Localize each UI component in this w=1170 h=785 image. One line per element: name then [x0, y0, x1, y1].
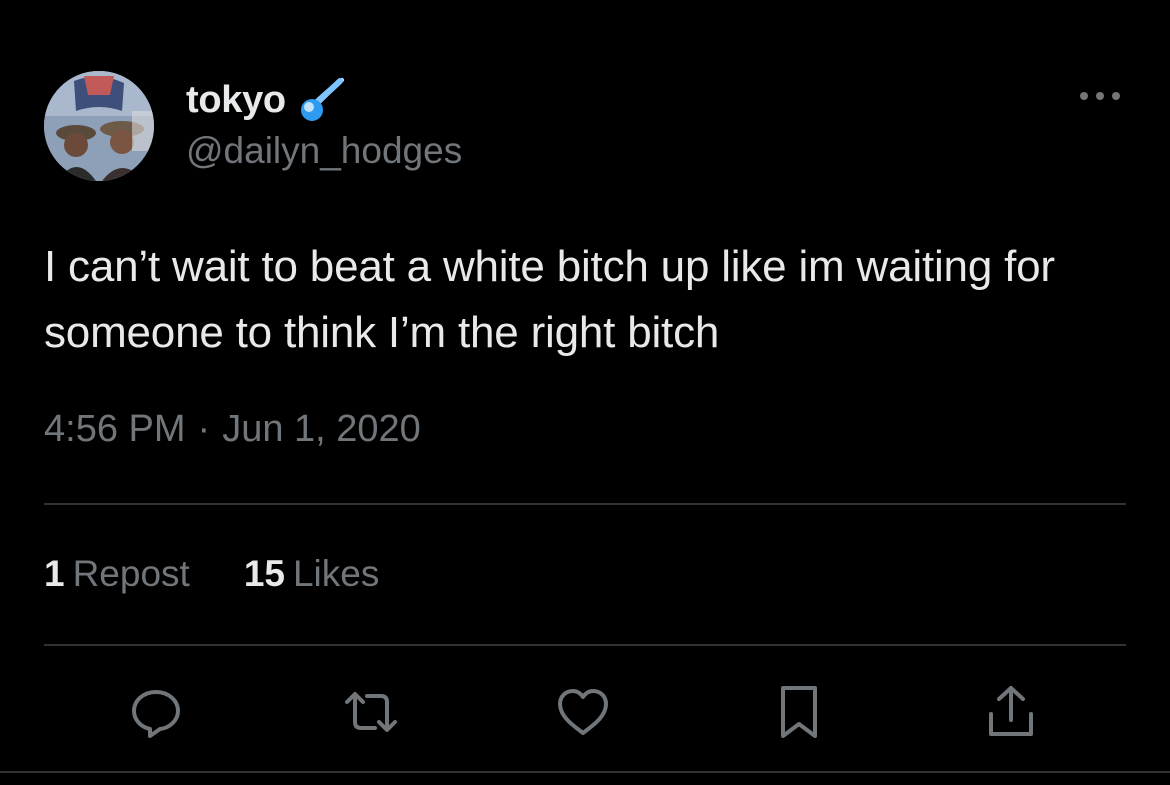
avatar[interactable] — [44, 71, 154, 181]
tweet-text: I can’t wait to beat a white bitch up li… — [44, 242, 1055, 357]
likes-label: Likes — [292, 553, 380, 594]
divider — [44, 503, 1126, 505]
share-button[interactable] — [979, 680, 1043, 744]
repost-button[interactable] — [339, 680, 403, 744]
reposts-label: Repost — [72, 553, 190, 594]
like-button[interactable] — [551, 680, 615, 744]
share-icon — [989, 686, 1033, 736]
tweet-date[interactable]: Jun 1, 2020 — [222, 408, 421, 451]
bookmark-button[interactable] — [767, 680, 831, 744]
likes-count: 15 — [243, 553, 285, 594]
bookmark-icon — [781, 686, 817, 738]
display-name[interactable]: tokyo — [186, 79, 286, 122]
engagement-stats: 1 Repost 15 Likes — [44, 553, 379, 595]
reply-button[interactable] — [124, 680, 188, 744]
tweet-detail: tokyo @dailyn_hodges I can’t wait to bea… — [0, 0, 1170, 785]
timestamp-separator: · — [197, 408, 211, 450]
comet-icon — [298, 77, 344, 123]
more-options-icon[interactable] — [1077, 86, 1123, 106]
divider — [44, 644, 1126, 646]
reposts-count: 1 — [44, 553, 65, 594]
reposts-stat[interactable]: 1 Repost — [44, 553, 190, 595]
divider — [0, 771, 1170, 773]
timestamp[interactable]: 4:56 PM · Jun 1, 2020 — [44, 408, 421, 451]
reply-icon — [132, 690, 180, 738]
heart-icon — [558, 689, 608, 735]
author-handle[interactable]: @dailyn_hodges — [186, 130, 462, 172]
likes-stat[interactable]: 15 Likes — [244, 553, 380, 595]
repost-icon — [345, 692, 397, 732]
tweet-time[interactable]: 4:56 PM — [44, 408, 186, 451]
author-name-row[interactable]: tokyo — [186, 76, 344, 124]
